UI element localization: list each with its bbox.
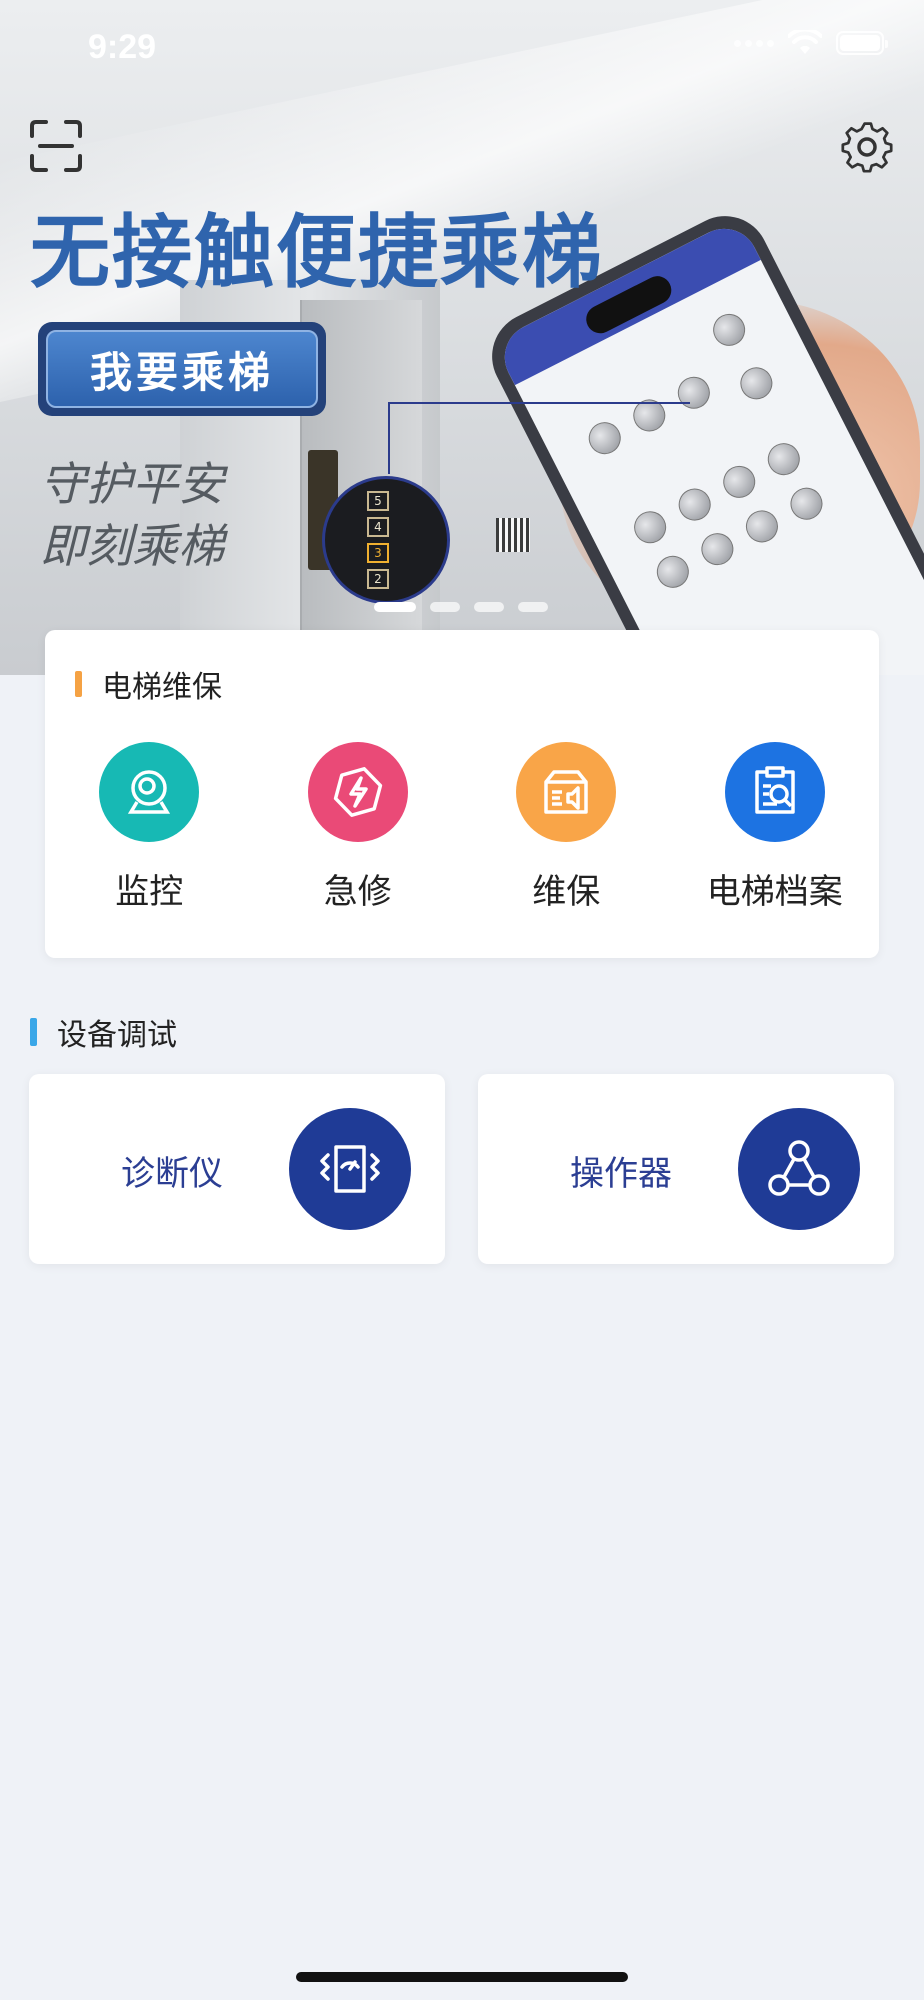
maintenance-section-title: 电梯维保: [75, 662, 222, 706]
signal-icon: [734, 39, 774, 47]
section-accent-bar: [75, 671, 82, 697]
maintenance-title-text: 电梯维保: [102, 670, 222, 705]
emergency-repair-item[interactable]: 急修: [254, 742, 463, 913]
status-time: 9:29: [88, 28, 157, 66]
maintenance-grid: 监控 急修 维保 电梯档案: [45, 742, 879, 913]
floor-button: 2: [367, 569, 389, 589]
carousel-dot[interactable]: [474, 602, 504, 612]
slogan-line-2: 即刻乘梯: [40, 519, 224, 573]
diagnostic-icon: [289, 1108, 411, 1230]
camera-icon: [99, 742, 200, 842]
monitor-item[interactable]: 监控: [45, 742, 254, 913]
lightning-icon: [307, 742, 408, 842]
carousel-dot[interactable]: [430, 602, 460, 612]
hero-title: 无接触便捷乘梯: [30, 206, 604, 299]
settings-gear-icon[interactable]: [838, 118, 896, 176]
maintenance-card: 电梯维保 监控 急修 维保 电梯档案: [45, 630, 879, 958]
battery-icon: [836, 31, 888, 55]
maintenance-item[interactable]: 维保: [462, 742, 671, 913]
floor-button: 5: [367, 491, 389, 511]
slogan-line-1: 守护平安: [40, 457, 224, 511]
operator-tool-card[interactable]: 操作器: [478, 1074, 894, 1264]
carousel-indicator[interactable]: [374, 602, 548, 612]
status-icons: [734, 30, 888, 56]
wifi-icon: [788, 30, 822, 54]
diagnostic-tool-card[interactable]: 诊断仪: [29, 1074, 445, 1264]
hero-banner[interactable]: 5 4 3 2 9:29 无接触便捷乘梯 我要乘梯 守护平安 即刻乘梯: [0, 0, 924, 675]
debug-section-title: 设备调试: [30, 1010, 177, 1054]
ride-elevator-button[interactable]: 我要乘梯: [38, 322, 326, 416]
diagnostic-tool-label: 诊断仪: [121, 1154, 223, 1194]
monitor-label: 监控: [115, 872, 184, 912]
network-icon: [738, 1108, 860, 1230]
elevator-archive-label: 电梯档案: [706, 872, 843, 912]
floor-panel-zoom: 5 4 3 2: [322, 476, 450, 604]
qr-code: [496, 518, 530, 552]
maintenance-label: 维保: [532, 872, 601, 912]
document-search-icon: [724, 742, 825, 842]
callout-line: [388, 402, 690, 474]
home-indicator[interactable]: [296, 1972, 628, 1982]
debug-title-text: 设备调试: [57, 1018, 177, 1053]
operator-tool-label: 操作器: [570, 1154, 672, 1194]
section-accent-bar: [30, 1018, 37, 1046]
floor-button: 3: [367, 543, 389, 563]
carousel-dot[interactable]: [374, 602, 416, 612]
carousel-dot[interactable]: [518, 602, 548, 612]
speaker-box-icon: [516, 742, 617, 842]
scan-icon[interactable]: [28, 118, 84, 174]
emergency-repair-label: 急修: [323, 872, 392, 912]
elevator-archive-item[interactable]: 电梯档案: [671, 742, 880, 913]
floor-button: 4: [367, 517, 389, 537]
ride-elevator-label: 我要乘梯: [46, 330, 318, 408]
